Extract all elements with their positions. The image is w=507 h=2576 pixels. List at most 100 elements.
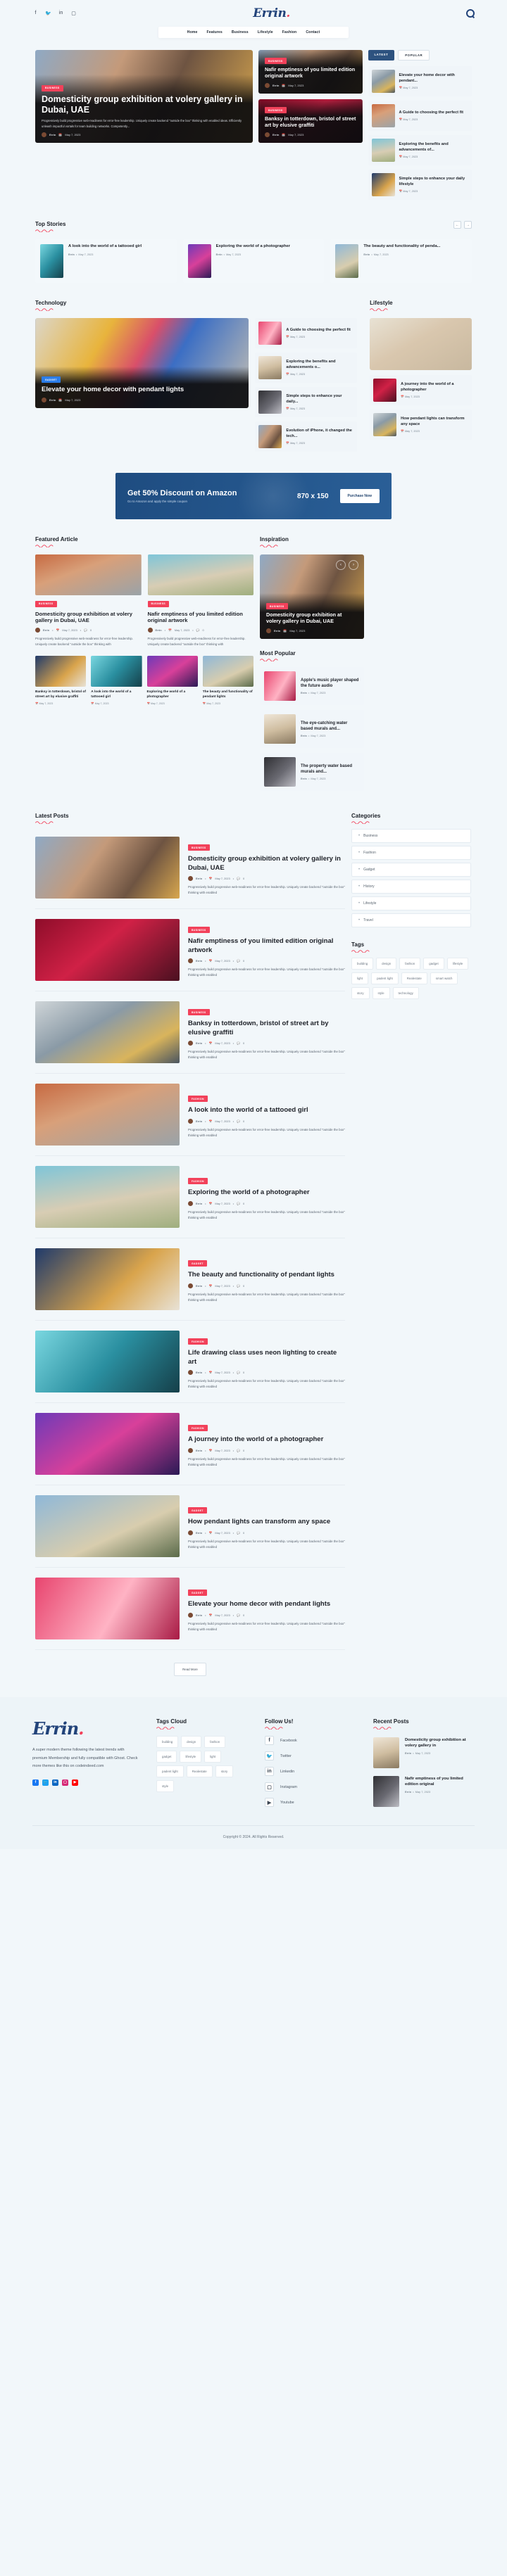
purchase-now-button[interactable]: Purchase Now: [339, 489, 380, 503]
carousel-prev-button[interactable]: ←: [453, 221, 461, 229]
post-title[interactable]: The property water based murals and...: [301, 763, 360, 775]
tag-item[interactable]: building: [351, 958, 374, 970]
featured-card[interactable]: BUSINESS Nafir emptiness of you limited …: [147, 554, 254, 647]
latest-post-row[interactable]: BUSINESS Domesticity group exhibition at…: [35, 827, 345, 909]
instagram-icon[interactable]: ▢: [70, 11, 77, 16]
post-title[interactable]: Banksy in totterdown, bristol of street …: [35, 690, 86, 699]
post-title[interactable]: Nafir emptiness of you limited edition o…: [148, 611, 254, 624]
footer-tag-item[interactable]: padent light: [156, 1765, 184, 1777]
tag-item[interactable]: padent light: [371, 972, 399, 984]
inspiration-card[interactable]: ‹ › BUSINESS Domesticity group exhibitio…: [260, 554, 364, 639]
site-logo[interactable]: Errin.: [253, 6, 290, 20]
nav-item-fashion[interactable]: Fashion: [282, 30, 297, 34]
post-title[interactable]: The beauty and functionality of penda...: [363, 244, 440, 250]
post-title[interactable]: A journey into the world of a photograph…: [188, 1435, 345, 1444]
tag-item[interactable]: light: [351, 972, 369, 984]
tag-item[interactable]: Realestate: [401, 972, 427, 984]
most-popular-item[interactable]: The property water based murals and... E…: [260, 753, 364, 791]
technology-hero-badge[interactable]: GADGET: [42, 376, 61, 383]
featured-mini-card[interactable]: Banksy in totterdown, bristol of street …: [35, 656, 87, 705]
post-category-badge[interactable]: GADGET: [188, 1590, 207, 1597]
category-item-fashion[interactable]: Fashion: [351, 846, 471, 860]
technology-list-item[interactable]: A Guide to choosing the perfect fit 📅 Ma…: [255, 318, 358, 348]
category-item-lifestyle[interactable]: Lifestyle: [351, 896, 471, 911]
hero-mid-card[interactable]: BUSINESS Banksy in totterdown, bristol o…: [258, 99, 363, 143]
post-title[interactable]: Exploring the benefits and advancements …: [399, 142, 469, 153]
latest-post-row[interactable]: BUSINESS Banksy in totterdown, bristol o…: [35, 991, 345, 1074]
latest-post-row[interactable]: GADGET The beauty and functionality of p…: [35, 1238, 345, 1321]
search-icon[interactable]: [466, 9, 475, 18]
post-title[interactable]: Evolution of iPhone, it changed the tech…: [286, 429, 353, 439]
post-title[interactable]: Nafir emptiness of you limited edition o…: [188, 937, 345, 955]
facebook-icon[interactable]: f: [32, 11, 39, 16]
tag-item[interactable]: gadget: [423, 958, 444, 970]
footer-follow-link[interactable]: in Linkedin: [265, 1767, 356, 1776]
nav-item-home[interactable]: Home: [187, 30, 198, 34]
latest-post-row[interactable]: FASHION Exploring the world of a photogr…: [35, 1156, 345, 1238]
featured-mini-card[interactable]: A look into the world of a tattooed girl…: [91, 656, 142, 705]
advertisement-banner[interactable]: Get 50% Discount on Amazon Go to Amazon …: [115, 473, 392, 519]
post-title[interactable]: A look into the world of a tattooed girl: [91, 690, 142, 699]
hero-mid-title[interactable]: Banksy in totterdown, bristol of street …: [265, 116, 356, 129]
nav-item-lifestyle[interactable]: Lifestyle: [258, 30, 273, 34]
tag-item[interactable]: style: [372, 987, 390, 999]
linkedin-icon[interactable]: in: [58, 11, 64, 16]
footer-follow-link[interactable]: ▢ Instagram: [265, 1782, 356, 1791]
technology-list-item[interactable]: Evolution of iPhone, it changed the tech…: [255, 421, 358, 452]
technology-list-item[interactable]: Simple steps to enhance your daily... 📅 …: [255, 387, 358, 417]
carousel-next-button[interactable]: →: [464, 221, 472, 229]
footer-follow-link[interactable]: ▶ Youtube: [265, 1798, 356, 1807]
post-title[interactable]: Elevate your home decor with pendant lig…: [188, 1600, 345, 1609]
hero-mid-title[interactable]: Nafir emptiness of you limited edition o…: [265, 67, 356, 80]
post-category-badge[interactable]: BUSINESS: [147, 600, 170, 607]
category-item-history[interactable]: History: [351, 880, 471, 894]
footer-tag-item[interactable]: story: [215, 1765, 234, 1777]
post-title[interactable]: Nafir emptiness of you limited edition o…: [405, 1776, 475, 1787]
post-category-badge[interactable]: BUSINESS: [35, 600, 57, 607]
lifestyle-list-item[interactable]: A journey into the world of a photograph…: [370, 375, 472, 405]
footer-tag-item[interactable]: building: [156, 1736, 179, 1748]
footer-tag-item[interactable]: light: [204, 1751, 222, 1763]
featured-card[interactable]: BUSINESS Domesticity group exhibition at…: [35, 554, 142, 647]
category-item-travel[interactable]: Travel: [351, 913, 471, 927]
read-more-button[interactable]: Read More: [174, 1663, 206, 1676]
post-title[interactable]: Elevate your home decor with pendant...: [399, 73, 469, 84]
post-title[interactable]: A journey into the world of a photograph…: [401, 382, 468, 393]
tag-item[interactable]: fashion: [399, 958, 421, 970]
post-title[interactable]: Apple's music player shaped the future a…: [301, 678, 360, 690]
lifestyle-list-item[interactable]: How pendant lights can transform any spa…: [370, 410, 472, 440]
youtube-icon[interactable]: ▶: [72, 1779, 78, 1786]
hero-mid-card[interactable]: BUSINESS Nafir emptiness of you limited …: [258, 50, 363, 94]
tag-item[interactable]: design: [376, 958, 397, 970]
tag-item[interactable]: technology: [392, 987, 419, 999]
twitter-icon[interactable]: 🐦: [45, 11, 51, 16]
post-title[interactable]: Life drawing class uses neon lighting to…: [188, 1349, 345, 1366]
post-title[interactable]: Banksy in totterdown, bristol of street …: [188, 1020, 345, 1037]
post-title[interactable]: A look into the world of a tattooed girl: [68, 244, 142, 250]
post-title[interactable]: The beauty and functionality of pendant …: [188, 1271, 345, 1279]
latest-post-row[interactable]: FASHION A journey into the world of a ph…: [35, 1403, 345, 1485]
top-story-card[interactable]: A look into the world of a tattooed girl…: [35, 239, 177, 283]
hero-list-item[interactable]: Exploring the benefits and advancements …: [368, 135, 472, 165]
post-title[interactable]: A Guide to choosing the perfect fit: [286, 328, 350, 334]
featured-mini-card[interactable]: The beauty and functionality of pendant …: [202, 656, 254, 705]
post-title[interactable]: Domesticity group exhibition at volery g…: [405, 1737, 475, 1749]
footer-tag-item[interactable]: design: [181, 1736, 202, 1748]
latest-post-row[interactable]: GADGET Elevate your home decor with pend…: [35, 1568, 345, 1650]
post-title[interactable]: Domesticity group exhibition at volery g…: [35, 611, 142, 624]
post-category-badge[interactable]: BUSINESS: [188, 1009, 210, 1016]
footer-tag-item[interactable]: fashion: [204, 1736, 226, 1748]
nav-item-business[interactable]: Business: [232, 30, 249, 34]
latest-post-row[interactable]: FASHION Life drawing class uses neon lig…: [35, 1321, 345, 1403]
category-item-gadget[interactable]: Gadget: [351, 863, 471, 877]
hero-list-item[interactable]: Simple steps to enhance your daily lifes…: [368, 170, 472, 200]
footer-tag-item[interactable]: style: [156, 1780, 175, 1792]
technology-hero-card[interactable]: GADGET Elevate your home decor with pend…: [35, 318, 249, 408]
hero-list-item[interactable]: A Guide to choosing the perfect fit 📅 Ma…: [368, 101, 472, 131]
inspiration-badge[interactable]: BUSINESS: [266, 603, 288, 610]
facebook-icon[interactable]: f: [32, 1779, 39, 1786]
hero-main-badge[interactable]: BUSINESS: [42, 84, 63, 91]
post-title[interactable]: How pendant lights can transform any spa…: [188, 1518, 345, 1526]
nav-item-contact[interactable]: Contact: [306, 30, 320, 34]
post-title[interactable]: A look into the world of a tattooed girl: [188, 1106, 345, 1115]
